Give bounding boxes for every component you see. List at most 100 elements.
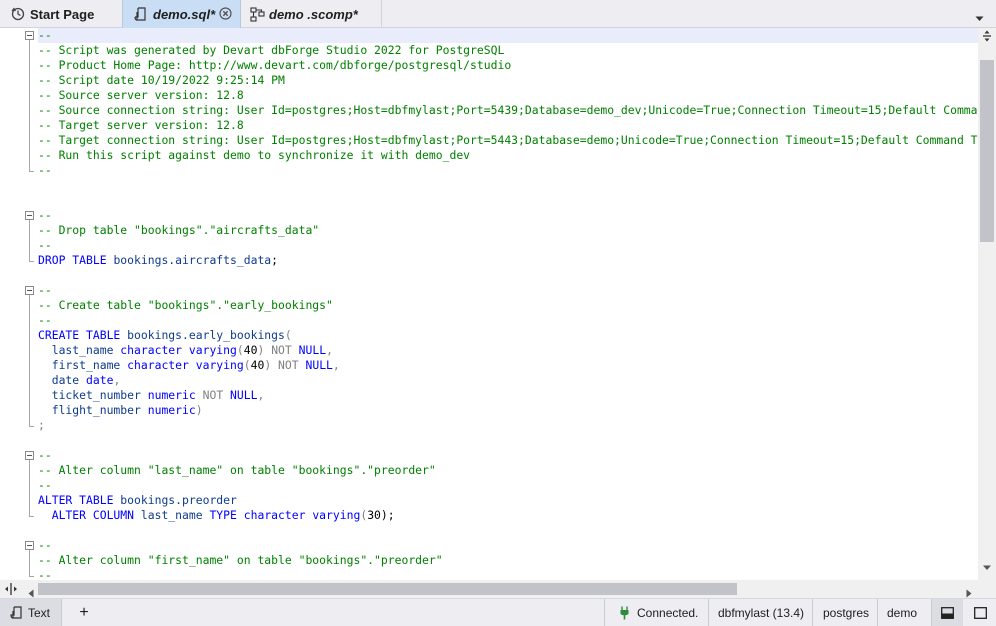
code-token: -- Script date 10/19/2022 9:25:14 PM bbox=[38, 73, 285, 87]
code-token: bookings.preorder bbox=[120, 493, 237, 507]
split-editor-handle-icon[interactable] bbox=[978, 28, 996, 44]
code-line[interactable]: -- Run this script against demo to synch… bbox=[38, 148, 470, 163]
database-name[interactable]: demo bbox=[887, 599, 917, 626]
code-token: last_name bbox=[140, 508, 210, 522]
code-line[interactable]: -- Target server version: 12.8 bbox=[38, 118, 244, 133]
add-view-button[interactable]: + bbox=[74, 599, 94, 626]
text-view-label: Text bbox=[28, 605, 51, 620]
code-token: NOT bbox=[271, 343, 299, 357]
code-token: DROP TABLE bbox=[38, 253, 114, 267]
code-line[interactable]: -- Alter column "last_name" on table "bo… bbox=[38, 463, 436, 478]
user-name-text: postgres bbox=[823, 605, 870, 620]
code-token: 40 bbox=[243, 343, 258, 357]
code-token: NOT bbox=[202, 388, 231, 402]
fold-toggle-icon[interactable] bbox=[25, 451, 34, 460]
tab-start-page[interactable]: Start Page bbox=[0, 0, 122, 28]
code-line[interactable]: -- Target connection string: User Id=pos… bbox=[38, 133, 978, 148]
code-line[interactable]: ALTER TABLE bookings.preorder bbox=[38, 493, 237, 508]
fold-toggle-icon[interactable] bbox=[25, 31, 34, 40]
server-name[interactable]: dbfmylast (13.4) bbox=[718, 599, 804, 626]
add-label: + bbox=[79, 603, 89, 621]
vertical-scrollbar[interactable] bbox=[978, 28, 996, 580]
text-view-tab[interactable]: Text bbox=[0, 599, 62, 626]
code-line[interactable]: ticket_number numeric NOT NULL, bbox=[38, 388, 265, 403]
tab-label: Start Page bbox=[30, 6, 95, 22]
horizontal-scroll-thumb[interactable] bbox=[38, 583, 737, 595]
code-line[interactable]: flight_number numeric) bbox=[38, 403, 203, 418]
tab-demo-scomp[interactable]: demo .scomp* bbox=[241, 0, 382, 28]
scroll-down-arrow-icon[interactable] bbox=[982, 558, 992, 576]
start-page-icon bbox=[10, 6, 26, 22]
code-token: character varying bbox=[243, 508, 361, 522]
status-divider bbox=[604, 599, 605, 626]
code-line[interactable]: -- bbox=[38, 313, 52, 328]
code-token: ( bbox=[284, 328, 292, 342]
code-token: NULL bbox=[230, 388, 258, 402]
vertical-scroll-thumb[interactable] bbox=[980, 60, 994, 242]
code-line[interactable]: -- Source connection string: User Id=pos… bbox=[38, 103, 978, 118]
code-line[interactable]: -- bbox=[38, 448, 52, 463]
code-token: -- Target connection string: User Id=pos… bbox=[38, 133, 978, 147]
code-token: ) bbox=[195, 403, 203, 417]
code-token: , bbox=[257, 388, 265, 402]
code-line[interactable]: first_name character varying(40) NOT NUL… bbox=[38, 358, 340, 373]
code-line[interactable]: CREATE TABLE bookings.early_bookings( bbox=[38, 328, 292, 343]
code-line[interactable]: -- Drop table "bookings"."aircrafts_data… bbox=[38, 223, 319, 238]
fold-guide bbox=[29, 460, 30, 516]
code-line[interactable]: ALTER COLUMN last_name TYPE character va… bbox=[38, 508, 395, 523]
code-line[interactable]: -- bbox=[38, 568, 52, 580]
tab-demo-sql[interactable]: demo.sql* bbox=[122, 0, 241, 28]
code-token: character varying bbox=[127, 358, 244, 372]
code-line[interactable]: -- Product Home Page: http://www.devart.… bbox=[38, 58, 511, 73]
fold-toggle-icon[interactable] bbox=[25, 541, 34, 550]
code-line[interactable]: -- Create table "bookings"."early_bookin… bbox=[38, 298, 333, 313]
code-token: ALTER TABLE bbox=[38, 493, 121, 507]
toggle-bottom-panel-button[interactable] bbox=[932, 599, 963, 626]
code-token: numeric bbox=[147, 388, 203, 402]
code-token: -- bbox=[38, 28, 52, 42]
code-token: flight_number bbox=[38, 403, 148, 417]
sql-document-icon bbox=[133, 6, 149, 22]
code-line[interactable]: -- bbox=[38, 238, 52, 253]
code-line[interactable]: -- Alter column "first_name" on table "b… bbox=[38, 553, 443, 568]
code-line[interactable]: ; bbox=[38, 418, 45, 433]
code-token: date bbox=[38, 373, 87, 387]
code-token: ) bbox=[257, 343, 272, 357]
code-token: , bbox=[332, 358, 340, 372]
database-name-text: demo bbox=[887, 605, 918, 620]
code-line[interactable]: -- bbox=[38, 163, 52, 178]
horizontal-scrollbar[interactable] bbox=[0, 580, 996, 598]
connection-status[interactable]: Connected. bbox=[614, 599, 698, 626]
code-token: first_name bbox=[38, 358, 128, 372]
code-token: ( bbox=[243, 358, 251, 372]
tab-label: demo.sql* bbox=[153, 6, 216, 22]
code-line[interactable]: -- Source server version: 12.8 bbox=[38, 88, 244, 103]
fold-toggle-icon[interactable] bbox=[25, 211, 34, 220]
fold-toggle-icon[interactable] bbox=[25, 286, 34, 295]
code-token: -- bbox=[38, 163, 52, 177]
toggle-full-view-button[interactable] bbox=[964, 599, 996, 626]
fold-guide bbox=[29, 220, 30, 261]
code-token: , bbox=[326, 343, 333, 357]
close-tab-icon[interactable] bbox=[219, 7, 232, 20]
code-line[interactable]: -- bbox=[38, 28, 978, 43]
user-name[interactable]: postgres bbox=[823, 599, 869, 626]
code-line[interactable]: -- Script was generated by Devart dbForg… bbox=[38, 43, 504, 58]
sql-editor[interactable]: -- -- Script was generated by Devart dbFo… bbox=[0, 28, 996, 580]
code-line[interactable]: date date, bbox=[38, 373, 121, 388]
code-line[interactable]: -- bbox=[38, 283, 52, 298]
code-token: -- Product Home Page: http://www.devart.… bbox=[38, 58, 512, 72]
connection-status-text: Connected. bbox=[637, 605, 699, 620]
code-token: -- Source connection string: User Id=pos… bbox=[38, 103, 978, 117]
code-token: ALTER COLUMN bbox=[38, 508, 141, 522]
code-line[interactable]: -- bbox=[38, 208, 52, 223]
code-line[interactable]: last_name character varying(40) NOT NULL… bbox=[38, 343, 333, 358]
fold-guide-end bbox=[29, 516, 34, 517]
code-token: ); bbox=[380, 508, 395, 522]
code-line[interactable]: DROP TABLE bookings.aircrafts_data; bbox=[38, 253, 278, 268]
code-line[interactable]: -- bbox=[38, 478, 52, 493]
tab-list-dropdown-icon[interactable] bbox=[975, 9, 984, 27]
code-area[interactable]: -- -- Script was generated by Devart dbFo… bbox=[38, 28, 978, 580]
code-line[interactable]: -- bbox=[38, 538, 52, 553]
code-line[interactable]: -- Script date 10/19/2022 9:25:14 PM bbox=[38, 73, 285, 88]
